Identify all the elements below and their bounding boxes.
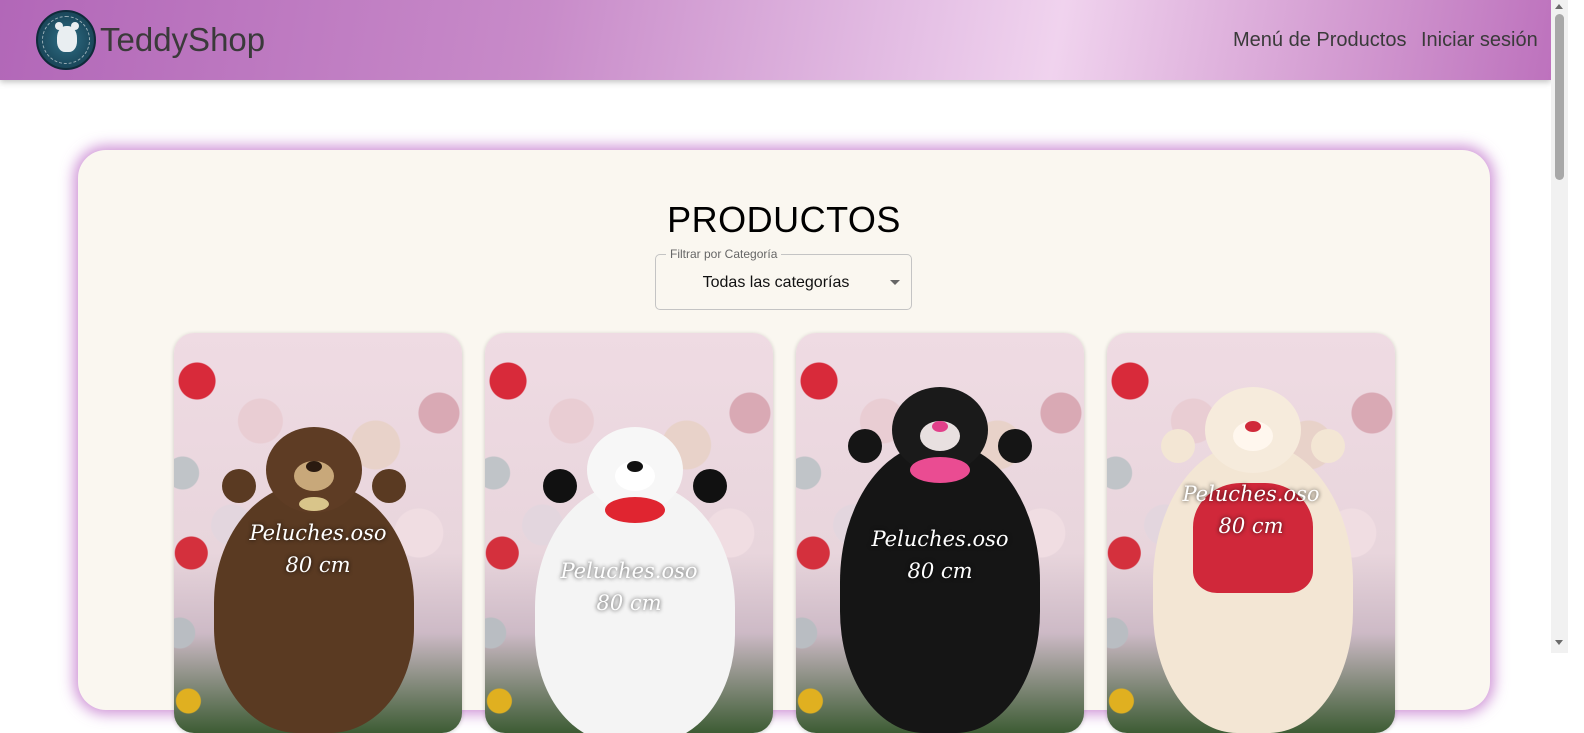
- products-panel: PRODUCTOS Filtrar por Categoría Todas la…: [78, 150, 1490, 733]
- page-scrollbar[interactable]: [1551, 0, 1568, 653]
- category-filter-label: Filtrar por Categoría: [666, 247, 782, 261]
- product-card[interactable]: Peluches.oso 80 cm: [1107, 333, 1395, 733]
- product-size-caption: 80 cm: [1218, 514, 1284, 538]
- bear-figure: [840, 387, 1040, 733]
- product-image-caption: Peluches.oso: [249, 521, 387, 545]
- page-title: PRODUCTOS: [667, 199, 901, 240]
- brand-name[interactable]: TeddyShop: [100, 21, 265, 59]
- scroll-thumb[interactable]: [1555, 14, 1564, 180]
- product-card[interactable]: Peluches.oso 80 cm: [796, 333, 1084, 733]
- chevron-down-icon: [890, 280, 900, 285]
- teddyshop-logo-icon[interactable]: [36, 10, 96, 70]
- nav-link-login[interactable]: Iniciar sesión: [1421, 29, 1538, 51]
- category-filter-select[interactable]: Filtrar por Categoría Todas las categorí…: [655, 247, 912, 310]
- product-image-caption: Peluches.oso: [871, 527, 1009, 551]
- top-navbar: TeddyShop Menú de Productos Iniciar sesi…: [0, 0, 1551, 80]
- product-size-caption: 80 cm: [596, 591, 662, 615]
- scroll-up-arrow-icon[interactable]: [1555, 4, 1563, 9]
- product-image-caption: Peluches.oso: [560, 559, 698, 583]
- product-card[interactable]: Peluches.oso 80 cm: [485, 333, 773, 733]
- product-size-caption: 80 cm: [907, 559, 973, 583]
- product-card[interactable]: Peluches.oso 80 cm: [174, 333, 462, 733]
- category-filter-value: Todas las categorías: [702, 274, 850, 291]
- logo-bear-icon: [55, 22, 79, 52]
- scroll-down-arrow-icon[interactable]: [1555, 640, 1563, 645]
- product-image-caption: Peluches.oso: [1182, 482, 1320, 506]
- nav-link-product-menu[interactable]: Menú de Productos: [1233, 29, 1406, 51]
- product-size-caption: 80 cm: [285, 553, 351, 577]
